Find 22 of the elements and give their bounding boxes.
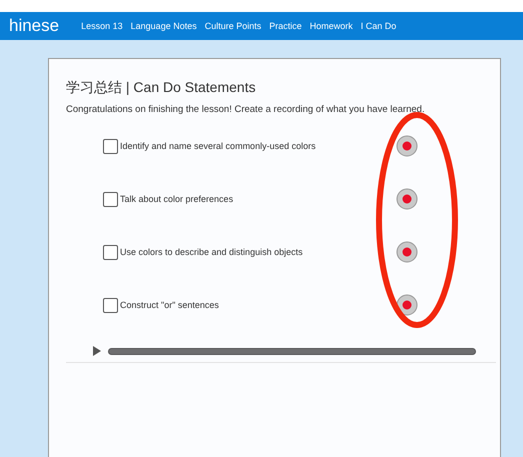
checkbox[interactable] (103, 244, 118, 260)
statement-label: Identify and name several commonly-used colors (120, 141, 317, 151)
checkbox[interactable] (103, 298, 118, 312)
play-icon[interactable] (92, 346, 102, 356)
statement-label: Construct "or" sentences (120, 300, 220, 310)
record-button[interactable] (396, 294, 418, 316)
nav-link[interactable]: Culture Points (204, 21, 262, 31)
checkbox[interactable] (103, 192, 118, 206)
nav-link[interactable]: Lesson 13 (81, 21, 123, 31)
record-button[interactable] (396, 188, 418, 210)
checkbox[interactable] (103, 138, 118, 154)
nav-link[interactable]: I Can Do (360, 21, 396, 31)
nav-link[interactable]: Language Notes (130, 21, 197, 31)
instruction-text: Congratulations on finishing the lesson! Create a recording of what you have learned. (66, 104, 426, 115)
statement-label: Talk about color preferences (120, 194, 234, 204)
record-button[interactable] (396, 135, 418, 157)
nav-link[interactable]: Homework (310, 21, 353, 31)
site-title: hinese (9, 16, 60, 36)
card-title: 学习总结 | Can Do Statements (66, 79, 257, 97)
nav-link[interactable]: Practice (269, 21, 302, 31)
statement-label: Use colors to describe and distinguish objects (120, 247, 304, 257)
record-button[interactable] (396, 241, 418, 263)
